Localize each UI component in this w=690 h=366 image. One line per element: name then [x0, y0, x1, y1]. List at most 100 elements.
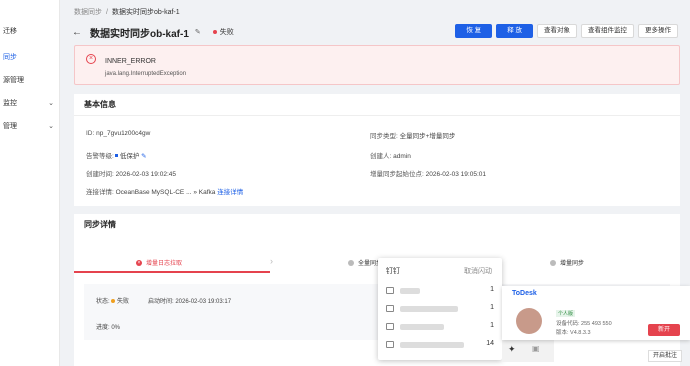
- info-id: ID: np_7gvu1z00c4gw: [86, 130, 150, 137]
- error-icon: ×: [136, 259, 142, 266]
- status-badge: 失败: [219, 29, 234, 36]
- sync-detail-heading: 同步详情: [84, 220, 116, 229]
- back-arrow-icon[interactable]: ←: [72, 27, 82, 38]
- sidebar-item-label: 同步: [3, 54, 17, 61]
- message-row[interactable]: 1: [386, 322, 496, 334]
- version-text: 版本: V4.8.3.3: [556, 330, 591, 336]
- info-creator: 创建人: admin: [370, 150, 411, 160]
- phase-start: 启动时间: 2026-02-03 19:03:17: [148, 296, 231, 305]
- message-row[interactable]: 1: [386, 304, 496, 316]
- info-sync-type: 同步类型: 全量同步+增量同步: [370, 130, 455, 140]
- edit-icon[interactable]: ✎: [195, 28, 201, 36]
- blurred-name: [400, 306, 458, 312]
- info-value: 失败: [117, 299, 130, 305]
- info-label: 创建时间:: [86, 171, 114, 178]
- info-value: 2026-02-03 19:03:17: [175, 299, 232, 305]
- dingtalk-title: 钉钉: [386, 268, 400, 275]
- info-label: 连接详情:: [86, 189, 114, 196]
- step-incr-sync[interactable]: 增量同步: [550, 258, 584, 267]
- new-session-button[interactable]: 新开: [648, 324, 680, 336]
- plan-badge: 个人版: [556, 310, 576, 317]
- error-detail: java.lang.InterruptedException: [105, 71, 187, 77]
- unread-count: 1: [490, 286, 494, 293]
- info-label: 进度:: [96, 325, 110, 331]
- info-value: 0%: [111, 325, 121, 331]
- sidebar-item-migration[interactable]: 迁移: [0, 24, 60, 40]
- tray-app-icon[interactable]: ▣: [532, 344, 540, 353]
- unread-count: 1: [490, 322, 494, 329]
- sidebar-item-label: 管理: [3, 123, 17, 130]
- info-label: 同步类型:: [370, 133, 398, 140]
- info-created-time: 创建时间: 2026-02-03 19:02:45: [86, 168, 176, 178]
- dingtalk-popup: 钉钉 取消闪动 1 1 1 14: [378, 258, 502, 360]
- conn-source: OceanBase MySQL-CE ...: [115, 189, 192, 196]
- connection-detail-link[interactable]: 连接详情: [217, 189, 243, 196]
- step-full-sync[interactable]: 全量同步: [348, 258, 382, 267]
- status-dot-icon: [111, 299, 116, 303]
- chevron-down-icon: ⌄: [48, 100, 54, 107]
- error-circle-icon: ×: [86, 54, 96, 64]
- phase-status: 状态: 失败: [96, 296, 129, 305]
- message-row[interactable]: 14: [386, 340, 496, 352]
- breadcrumb-current: 数据实时同步ob-kaf-1: [111, 9, 180, 16]
- todesk-brand: ToDesk: [512, 290, 537, 297]
- action-bar: 恢 复 释 放 查看对象 查看组件监控 更多操作: [455, 24, 678, 38]
- breadcrumb: 数据同步 / 数据实时同步ob-kaf-1: [74, 7, 180, 17]
- info-value: admin: [393, 153, 411, 160]
- more-actions-button[interactable]: 更多操作: [638, 24, 678, 38]
- info-connection: 连接详情: OceanBase MySQL-CE ... » Kafka 连接详…: [86, 186, 243, 196]
- info-value: 全量同步+增量同步: [399, 133, 456, 140]
- avatar: [516, 308, 542, 334]
- info-value: 2026-02-03 19:02:45: [115, 171, 176, 178]
- info-value: 低保护: [119, 153, 140, 160]
- sidebar-item-label: 迁移: [3, 28, 17, 35]
- sidebar-item-monitor[interactable]: 监控 ⌄: [0, 96, 60, 112]
- resume-button[interactable]: 恢 复: [455, 24, 493, 38]
- sidebar-item-manage[interactable]: 管理 ⌄: [0, 119, 60, 135]
- breadcrumb-separator: /: [106, 9, 108, 16]
- basic-info-card: 基本信息 ID: np_7gvu1z00c4gw 告警等级: 低保护 ✎ 创建时间…: [74, 94, 680, 206]
- sidebar-item-label: 监控: [3, 100, 17, 107]
- level-indicator-icon: [114, 154, 118, 158]
- edit-icon[interactable]: ✎: [141, 153, 146, 160]
- page-title: 数据实时同步ob-kaf-1: [90, 28, 189, 40]
- active-step-indicator: [74, 271, 270, 273]
- device-code: 设备代码: 255 493 550: [556, 321, 612, 327]
- chat-icon: [386, 323, 394, 330]
- todesk-panel: ToDesk 个人版 设备代码: 255 493 550 版本: V4.8.3.…: [502, 286, 690, 340]
- unread-count: 14: [486, 340, 494, 347]
- step-incr-log[interactable]: × 增量日志拉取: [136, 258, 182, 267]
- info-label: 启动时间:: [148, 299, 174, 305]
- dingtalk-tray-icon[interactable]: ✦: [508, 344, 516, 355]
- title-bar: ← 数据实时同步ob-kaf-1 ✎ 失败: [72, 24, 234, 40]
- chevron-down-icon: ⌄: [48, 123, 54, 130]
- error-title: INNER_ERROR: [105, 58, 156, 65]
- info-label: 创建人:: [370, 153, 392, 160]
- cancel-flash-button[interactable]: 取消闪动: [464, 266, 492, 276]
- annotate-button[interactable]: 开启批注: [647, 350, 682, 362]
- sync-steps: × 增量日志拉取 › 全量同步 增量同步: [74, 252, 680, 273]
- conn-target: Kafka: [198, 189, 216, 196]
- message-row[interactable]: 1: [386, 286, 496, 298]
- step-dot-icon: [550, 259, 556, 266]
- arrow-icon: »: [193, 189, 197, 196]
- basic-info-heading: 基本信息: [74, 94, 680, 116]
- sidebar-item-sync[interactable]: 同步: [0, 50, 60, 66]
- breadcrumb-parent[interactable]: 数据同步: [74, 9, 102, 16]
- status-dot-icon: [212, 30, 217, 34]
- chat-icon: [386, 305, 394, 312]
- chat-icon: [386, 287, 394, 294]
- unread-count: 1: [490, 304, 494, 311]
- blurred-name: [400, 342, 464, 348]
- blurred-name: [400, 288, 420, 294]
- info-label: ID:: [86, 130, 95, 137]
- view-monitor-button[interactable]: 查看组件监控: [581, 24, 634, 38]
- info-label: 告警等级:: [86, 153, 114, 160]
- info-start-point: 增量同步起始位点: 2026-02-03 19:05:01: [370, 168, 486, 178]
- view-objects-button[interactable]: 查看对象: [537, 24, 577, 38]
- release-button[interactable]: 释 放: [496, 24, 533, 38]
- info-alarm-level: 告警等级: 低保护 ✎: [86, 150, 147, 160]
- sidebar-item-source[interactable]: 源管理: [0, 73, 60, 89]
- info-label: 增量同步起始位点:: [370, 171, 424, 178]
- chevron-right-icon: ›: [270, 256, 273, 266]
